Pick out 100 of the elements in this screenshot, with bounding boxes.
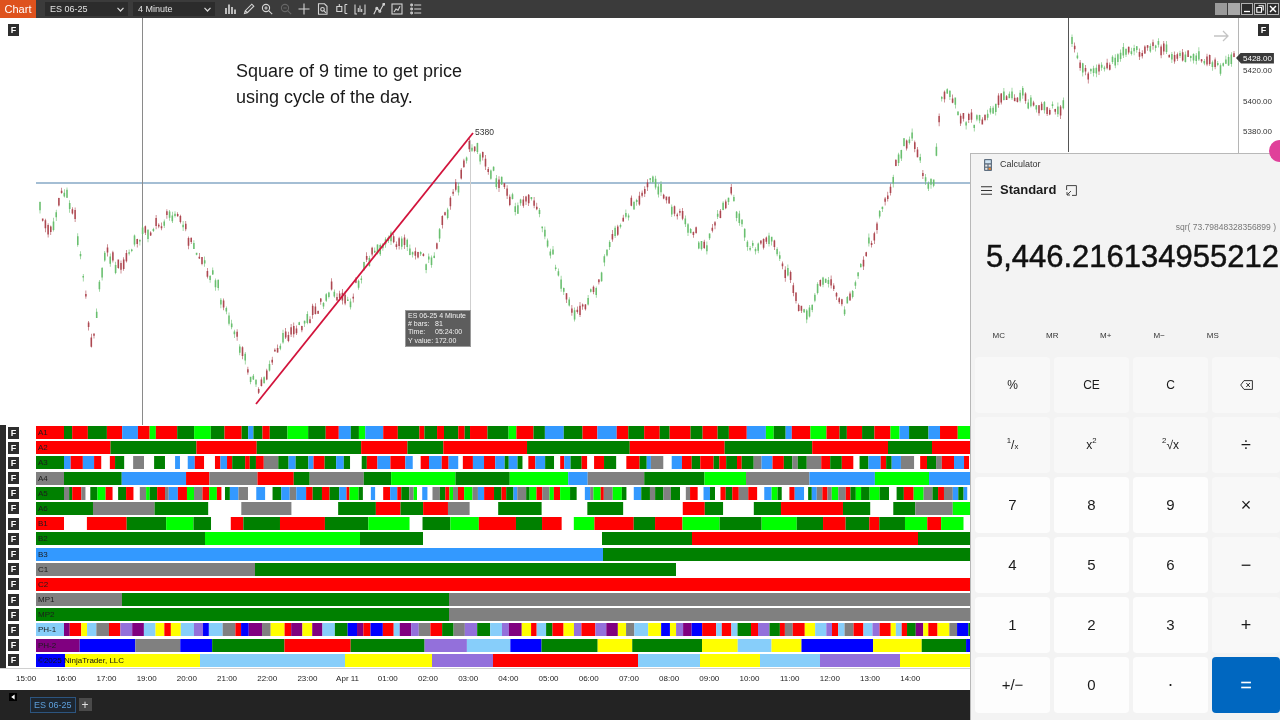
minimize-icon[interactable] [1241, 3, 1253, 15]
decimal-key[interactable]: . [1133, 657, 1208, 713]
zoom-in-icon[interactable] [261, 3, 274, 15]
time-label: 23:00 [296, 673, 319, 685]
pencil-icon[interactable] [242, 3, 255, 15]
time-label: 02:00 [416, 673, 439, 685]
panel-button[interactable]: F [1258, 24, 1269, 36]
bar-chart-frame-icon[interactable] [354, 3, 367, 15]
panel-button[interactable]: F [8, 24, 19, 36]
memory-button[interactable]: M− [1132, 327, 1186, 345]
indicator-button[interactable]: F [8, 532, 19, 545]
time-label: 07:00 [617, 673, 640, 685]
time-label: 06:00 [577, 673, 600, 685]
caret-down-icon [117, 6, 124, 12]
marker-box-icon[interactable] [335, 3, 348, 15]
tile-icon[interactable] [1215, 3, 1227, 15]
restore-icon[interactable] [1254, 3, 1266, 15]
indicator-button[interactable]: F [8, 517, 19, 530]
indicator-button[interactable]: F [8, 456, 19, 469]
backspace-icon [1239, 380, 1253, 390]
chart-menu-button[interactable]: Chart [0, 0, 36, 18]
crosshair-icon[interactable] [298, 3, 311, 15]
band-label: B1 [38, 519, 48, 529]
interval-dropdown[interactable]: 4 Minute [133, 2, 215, 16]
close-icon[interactable] [1267, 3, 1279, 15]
time-label: 19:00 [135, 673, 158, 685]
bar-chart-icon[interactable] [224, 3, 236, 15]
function-key[interactable]: x$^{2}$ [1054, 417, 1129, 473]
indicator-button[interactable]: F [8, 593, 19, 606]
time-label: 03:00 [457, 673, 480, 685]
cursor-highlight-icon [1266, 140, 1280, 162]
document-search-icon[interactable] [316, 3, 329, 15]
time-label: 08:00 [658, 673, 681, 685]
operator-key[interactable]: ÷ [1212, 417, 1280, 473]
trend-line[interactable] [255, 132, 474, 405]
operator-key[interactable]: × [1212, 477, 1280, 533]
band-label: B3 [38, 549, 48, 559]
digit-key[interactable]: 1 [975, 597, 1050, 653]
menu-icon[interactable] [981, 185, 992, 195]
indicator-button[interactable]: F [8, 426, 19, 439]
price-tick-label: 5400.00 [1243, 97, 1272, 107]
operator-key[interactable]: + [1212, 597, 1280, 653]
band-label: A6 [38, 503, 48, 513]
indicator-button[interactable]: F [8, 578, 19, 591]
digit-key[interactable]: 0 [1054, 657, 1129, 713]
time-label: 13:00 [859, 673, 882, 685]
time-label: 16:00 [55, 673, 78, 685]
time-label: 11:00 [778, 673, 801, 685]
expression-text: sqr( 73.79848328356899 ) [1174, 221, 1277, 233]
time-label: 14:00 [899, 673, 922, 685]
band-label: B2 [38, 534, 48, 544]
time-label: 20:00 [175, 673, 198, 685]
memory-button[interactable]: MC [972, 327, 1026, 345]
keep-on-top-icon[interactable] [1066, 184, 1078, 196]
operator-key[interactable]: − [1212, 537, 1280, 593]
time-label: 17:00 [95, 673, 118, 685]
digit-key[interactable]: 8 [1054, 477, 1129, 533]
digit-key[interactable]: 3 [1133, 597, 1208, 653]
digit-key[interactable]: 4 [975, 537, 1050, 593]
price-label: 5380 [475, 127, 494, 137]
list-icon[interactable] [409, 3, 422, 15]
digit-key[interactable]: 5 [1054, 537, 1129, 593]
chart-annotation: Square of 9 time to get price using cycle of the day. [236, 60, 463, 109]
indicator-button[interactable]: F [8, 563, 19, 576]
memory-button[interactable]: MR [1025, 327, 1079, 345]
tile-icon[interactable] [1228, 3, 1240, 15]
digit-key[interactable]: 6 [1133, 537, 1208, 593]
memory-button[interactable]: MS [1186, 327, 1240, 345]
function-key[interactable]: C [1133, 357, 1208, 413]
memory-button[interactable]: M+ [1079, 327, 1133, 345]
indicator-button[interactable]: F [8, 472, 19, 485]
indicator-button[interactable]: F [8, 639, 19, 652]
instrument-dropdown[interactable]: ES 06-25 [45, 2, 128, 16]
framed-chart-icon[interactable] [391, 3, 404, 15]
indicator-button[interactable]: F [8, 502, 19, 515]
indicator-button[interactable]: F [8, 623, 19, 636]
time-label: 04:00 [497, 673, 520, 685]
price-tick-label: 5380.00 [1243, 127, 1272, 137]
digit-key[interactable]: 9 [1133, 477, 1208, 533]
line-nodes-icon[interactable] [372, 3, 385, 15]
left-arrow-icon[interactable] [9, 693, 17, 701]
digit-key[interactable]: 7 [975, 477, 1050, 533]
band-label: MP1 [38, 595, 55, 605]
indicator-button[interactable]: F [8, 441, 19, 454]
function-key[interactable]: $^{2}$√x [1133, 417, 1208, 473]
time-label: 22:00 [256, 673, 279, 685]
digit-key[interactable]: +/− [975, 657, 1050, 713]
digit-key[interactable]: 2 [1054, 597, 1129, 653]
chart-tab[interactable]: ES 06-25 [30, 697, 76, 713]
function-key[interactable]: % [975, 357, 1050, 413]
band-label: A4 [38, 473, 48, 483]
indicator-button[interactable]: F [8, 608, 19, 621]
function-key[interactable]: CE [1054, 357, 1129, 413]
equals-key[interactable]: = [1212, 657, 1280, 713]
band-label: A5 [38, 488, 48, 498]
indicator-button[interactable]: F [8, 487, 19, 500]
time-label: 05:00 [537, 673, 560, 685]
add-tab-button[interactable]: + [78, 698, 92, 711]
indicator-button[interactable]: F [8, 654, 19, 667]
indicator-button[interactable]: F [8, 548, 19, 560]
